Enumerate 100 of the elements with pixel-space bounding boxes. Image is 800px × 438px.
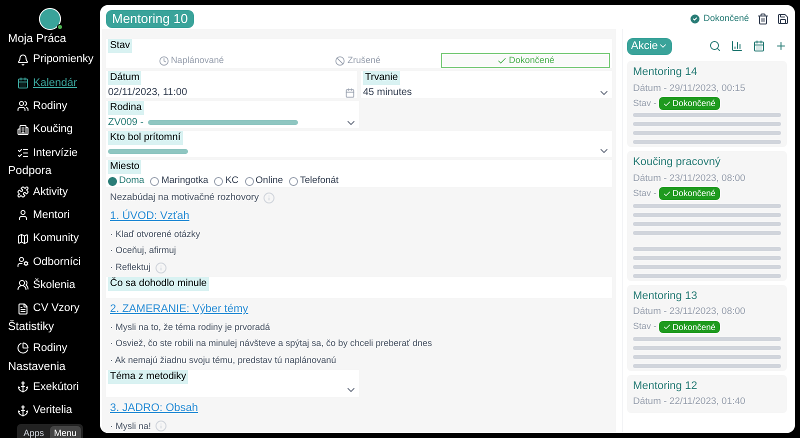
field-label: Dátum [108, 71, 142, 85]
sidebar-item[interactable]: CV Vzory [0, 296, 100, 320]
anchor-icon [17, 404, 29, 416]
sidebar-item[interactable]: Školenia [0, 274, 100, 297]
text-area[interactable]: Čo sa dohodlo minule [106, 277, 612, 298]
duration-value: 45 minutes [363, 86, 412, 100]
radio-option[interactable]: KC [214, 174, 239, 188]
radio-button[interactable] [108, 176, 117, 186]
map-icon [17, 232, 29, 245]
calendar-icon[interactable] [753, 40, 765, 52]
view-toggle[interactable]: Apps [19, 426, 48, 438]
sidebar-group-title: Nastavenia [7, 360, 67, 375]
card-title: Mentoring 12 [633, 378, 698, 394]
page-title: Mentoring 10 [106, 10, 194, 28]
radio-option[interactable]: Telefonát [289, 174, 339, 188]
hint-text: Nezabúdaj na motivačné rozhovory [110, 191, 259, 205]
status-badge: Dokončené [658, 97, 720, 110]
guidance-text: · Oceňuj, afirmuj [110, 244, 176, 258]
field-label: Stav [108, 39, 132, 53]
puzzle-icon [17, 186, 29, 198]
document-icon [17, 302, 29, 315]
sidebar-group-title: Podpora [7, 164, 52, 180]
calendar-icon [17, 76, 29, 89]
card-date: Dátum - 22/11/2023, 01:40 [633, 395, 746, 410]
radio-button[interactable] [289, 176, 298, 186]
person-gear-icon [17, 256, 29, 268]
status-badge: Dokončené [658, 187, 720, 200]
sidebar-item[interactable]: Komunity [0, 227, 100, 250]
card-title: Mentoring 13 [633, 288, 698, 304]
sidebar-item[interactable]: Exekútori [0, 376, 100, 399]
status-label: Stav - [633, 187, 657, 200]
sidebar-item[interactable]: Aktivity [0, 180, 100, 204]
sidebar-item[interactable]: Rodiny [0, 94, 100, 118]
sidebar-item[interactable]: Pripomienky [0, 48, 100, 72]
card-date: Dátum - 23/11/2023, 08:00 [633, 305, 746, 319]
check-icon [662, 323, 671, 331]
topic-select[interactable]: Téma z metodiky [106, 370, 359, 397]
checklist-icon [17, 146, 29, 159]
attendees-select[interactable]: Kto bol prítomní [106, 131, 612, 157]
guidance-text: · Mysli na to, že téma rodiny je prvoradá [110, 320, 270, 334]
sidebar-item[interactable]: Koučing [0, 118, 100, 142]
people-icon [17, 100, 29, 112]
sidebar-group-title: Moja Práca [7, 32, 68, 47]
view-toggle[interactable]: Menu [50, 426, 81, 438]
card-date: Dátum - 29/11/2023, 00:15 [633, 82, 746, 96]
guidance-text: · Mysli na! [110, 420, 152, 433]
field-label: Čo sa dohodlo minule [108, 277, 209, 292]
field-label: Trvanie [363, 71, 400, 85]
sidebar-item[interactable]: Rodiny [0, 336, 100, 360]
info-icon [154, 262, 167, 274]
radio-option[interactable]: Online [244, 174, 284, 188]
field-label: Téma z metodiky [108, 370, 188, 384]
check-icon [496, 56, 507, 66]
calendar-icon[interactable] [345, 88, 355, 98]
save-icon[interactable] [777, 13, 789, 25]
ban-icon [335, 56, 346, 66]
status-label: Stav - [633, 320, 657, 334]
building-icon [17, 124, 29, 136]
card-title: Mentoring 14 [633, 65, 698, 80]
guidance-text: · Reflektuj [110, 260, 151, 274]
sidebar-item[interactable]: Intervízie [0, 141, 100, 164]
duration-select[interactable]: Trvanie 45 minutes [361, 71, 612, 98]
anchor-icon [17, 381, 29, 394]
event-card[interactable]: Mentoring 13 Dátum - 23/11/2023, 08:00 Stav - Dokončené [627, 284, 787, 371]
bar-chart-icon[interactable] [731, 40, 743, 52]
radio-button[interactable] [244, 176, 254, 186]
sidebar-group-title: Štatistiky [7, 320, 56, 336]
status-label: Dokončené [703, 12, 749, 26]
radio-button[interactable] [214, 176, 224, 186]
sidebar-item[interactable]: Mentori [0, 204, 100, 228]
field-label: Rodina [108, 101, 144, 115]
info-icon [262, 192, 275, 204]
person-icon [17, 209, 29, 222]
event-card[interactable]: Mentoring 14 Dátum - 29/11/2023, 00:15 Stav - Dokončené [627, 61, 787, 148]
check-circle-icon [689, 13, 702, 25]
logo-icon[interactable] [39, 8, 61, 30]
event-card[interactable]: Koučing pracovný Dátum - 23/11/2023, 08:00 Stav - Dokončené [627, 151, 787, 280]
card-title: Koučing pracovný [633, 155, 722, 170]
status-badge: Dokončené [658, 320, 720, 334]
date-field[interactable]: Dátum 02/11/2023, 11:00 [106, 71, 357, 98]
trash-icon[interactable] [757, 13, 769, 25]
radio-option[interactable]: Maringotka [150, 174, 208, 188]
sidebar-item[interactable]: Odborníci [0, 250, 100, 274]
status-label: Stav - [633, 96, 657, 110]
field-label: Miesto [108, 160, 142, 174]
add-icon[interactable] [775, 40, 787, 52]
sidebar-item[interactable]: Kalendár [0, 71, 100, 95]
radio-button[interactable] [150, 176, 160, 186]
family-value: ZV009 - [108, 116, 144, 130]
pie-chart-icon [17, 342, 29, 354]
bell-icon [17, 54, 29, 66]
clock-icon [158, 56, 169, 66]
event-card[interactable]: Mentoring 12 Dátum - 22/11/2023, 01:40 [627, 374, 787, 412]
family-select[interactable]: Rodina ZV009 - [106, 101, 359, 128]
guidance-text: · Osviež, čo ste robili na minulej návšteve a spýtaj sa, čo by chceli preberať dnes [110, 337, 432, 350]
group-icon [17, 279, 29, 292]
guidance-text: · Ak nemajú žiadnu svoju tému, predstav tú naplánovanú [110, 354, 336, 367]
radio-option[interactable]: Doma [108, 174, 144, 188]
sidebar-item[interactable]: Veritelia [0, 398, 100, 422]
search-icon[interactable] [709, 40, 721, 52]
